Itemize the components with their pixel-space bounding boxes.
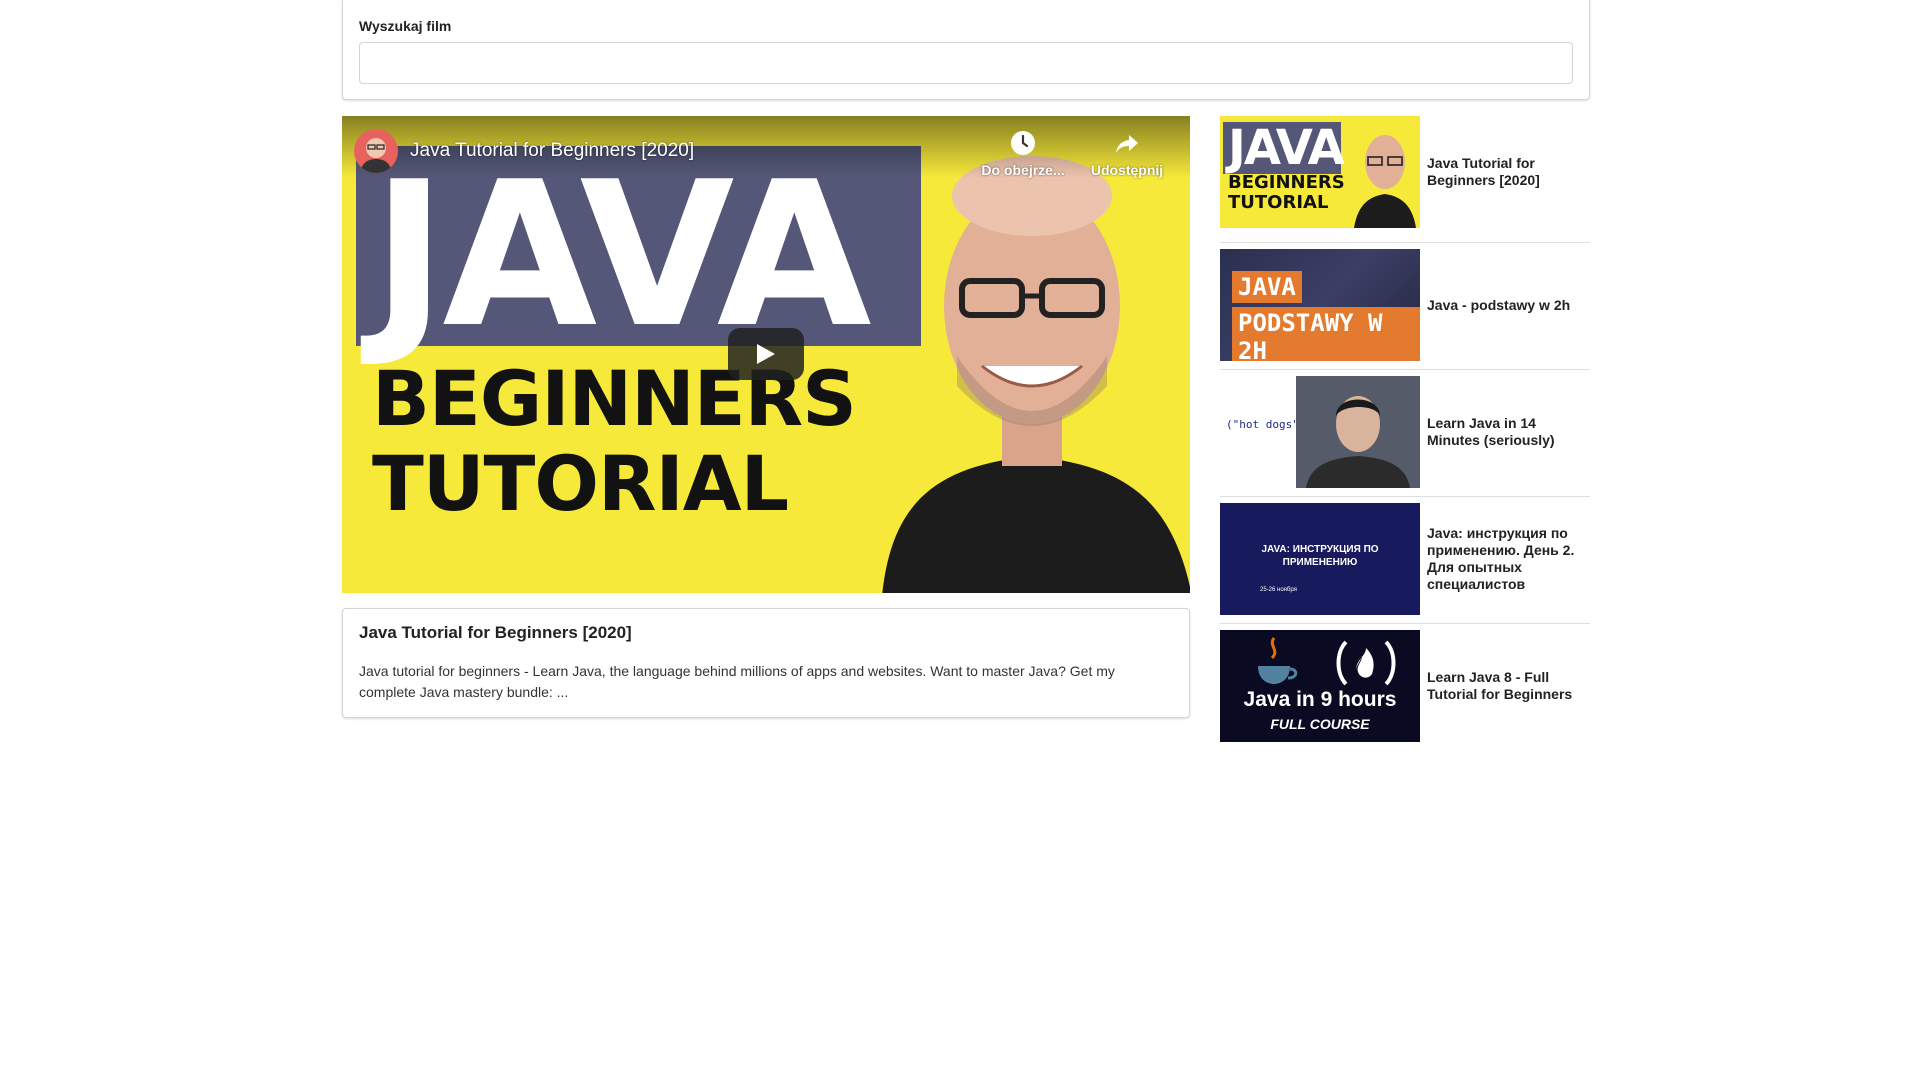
play-icon [757, 344, 775, 364]
video-player[interactable]: JAVA BEGINNERS TUTORIAL Java Tutorial fo… [342, 116, 1190, 593]
thumb-line2: TUTORIAL [1228, 192, 1329, 213]
java-cup-icon [1258, 637, 1298, 684]
video-thumbnail[interactable]: JAVA BEGINNERS TUTORIAL [1220, 116, 1420, 228]
video-thumbnail[interactable]: ("hot dogs"); [1220, 376, 1420, 488]
presenter-thumb [1354, 135, 1416, 228]
video-title[interactable]: Java - podstawy w 2h [1427, 249, 1590, 361]
thumb-line1: BEGINNERS [1228, 172, 1345, 193]
share-icon [1116, 135, 1138, 153]
thumb-label: JAVA: ИНСТРУКЦИЯ ПО ПРИМЕНЕНИЮ [1261, 544, 1379, 568]
thumb-line2: PODSTAWY W 2H [1232, 307, 1420, 361]
video-thumbnail[interactable]: JAVA PODSTAWY W 2H [1220, 249, 1420, 361]
video-title[interactable]: Learn Java 8 - Full Tutorial for Beginne… [1427, 630, 1590, 742]
thumb-line1: JAVA [1232, 271, 1302, 303]
video-list-item[interactable]: JAVA PODSTAWY W 2H Java - podstawy w 2h [1220, 243, 1590, 370]
share-button[interactable]: Udostępnij [1082, 130, 1172, 178]
video-list: JAVA BEGINNERS TUTORIAL Java Tutorial fo… [1220, 116, 1590, 751]
presenter-image [882, 156, 1190, 593]
clock-icon [1011, 131, 1035, 155]
channel-avatar[interactable] [354, 129, 398, 173]
presenter-thumb [1296, 376, 1420, 488]
freecodecamp-icon [1336, 640, 1396, 686]
share-label: Udostępnij [1090, 162, 1164, 178]
search-label: Wyszukaj film [359, 18, 452, 34]
thumbnail-big-text: JAVA [372, 139, 872, 372]
player-title[interactable]: Java Tutorial for Beginners [2020] [410, 140, 694, 162]
play-button[interactable] [728, 328, 804, 380]
thumbnail-line2: TUTORIAL [372, 439, 789, 528]
description-title: Java Tutorial for Beginners [2020] [359, 623, 632, 642]
video-description-card: Java Tutorial for Beginners [2020] Java … [342, 608, 1190, 718]
video-thumbnail[interactable]: Java in 9 hours FULL COURSE [1220, 630, 1420, 742]
video-title[interactable]: Java Tutorial for Beginners [2020] [1427, 116, 1590, 228]
video-list-item[interactable]: Java in 9 hours FULL COURSE Learn Java 8… [1220, 624, 1590, 751]
video-title[interactable]: Learn Java in 14 Minutes (seriously) [1427, 376, 1590, 488]
search-card: Wyszukaj film [342, 0, 1590, 100]
video-title[interactable]: Java: инструкция по применению. День 2. … [1427, 503, 1590, 615]
video-list-item[interactable]: ("hot dogs"); Learn Java in 14 Minutes (… [1220, 370, 1590, 497]
thumb-line2: FULL COURSE [1270, 716, 1370, 732]
video-thumbnail[interactable]: JAVA: ИНСТРУКЦИЯ ПО ПРИМЕНЕНИЮ 25-26 ноя… [1220, 503, 1420, 615]
watch-later-button[interactable]: Do obejrze... [978, 130, 1068, 178]
search-input[interactable] [359, 42, 1573, 84]
video-list-item[interactable]: JAVA BEGINNERS TUTORIAL Java Tutorial fo… [1220, 116, 1590, 243]
thumb-line1: Java in 9 hours [1243, 688, 1397, 711]
video-list-item[interactable]: JAVA: ИНСТРУКЦИЯ ПО ПРИМЕНЕНИЮ 25-26 ноя… [1220, 497, 1590, 624]
description-text: Java tutorial for beginners - Learn Java… [359, 663, 1115, 700]
thumb-big-text: JAVA [1228, 120, 1345, 176]
watch-later-label: Do obejrze... [981, 162, 1065, 178]
thumb-date: 25-26 ноября [1260, 587, 1297, 593]
